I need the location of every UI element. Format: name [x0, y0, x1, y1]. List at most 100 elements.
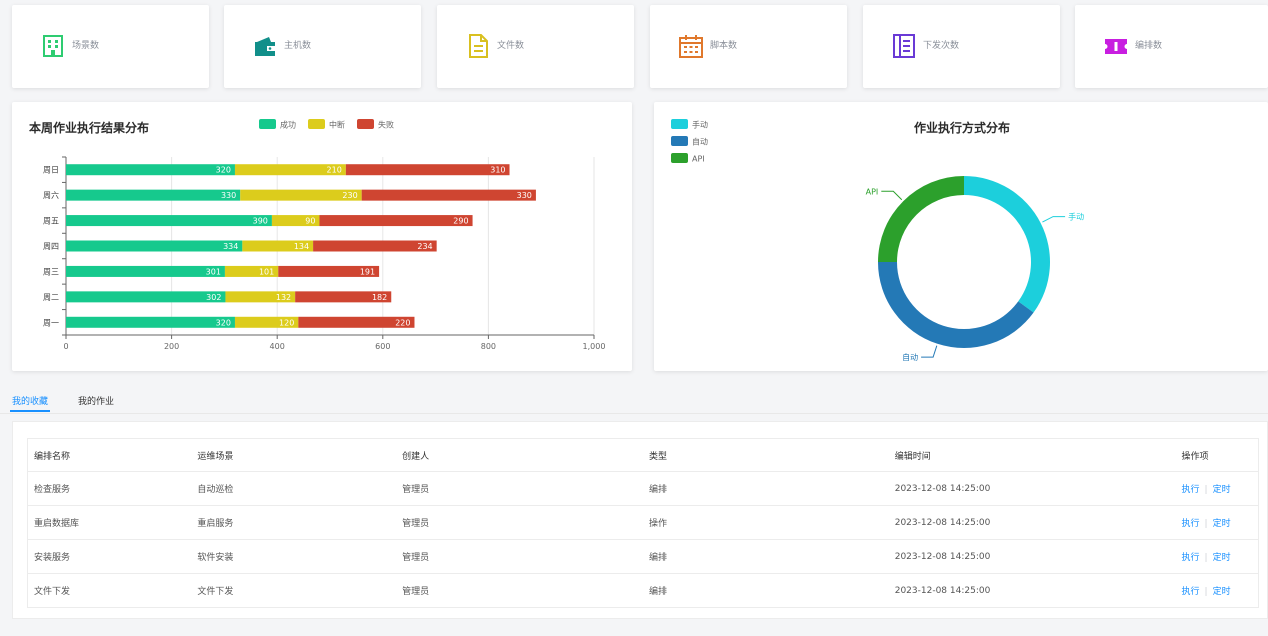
execute-link[interactable]: 执行 [1182, 587, 1200, 597]
table-row: 文件下发 文件下发 管理员 编排 2023-12-08 14:25:00 执行 |… [28, 574, 1259, 608]
bar-value-label: 234 [417, 242, 432, 251]
donut-slice[interactable] [878, 262, 1034, 348]
column-header-creator: 创建人 [396, 438, 643, 472]
donut-slice[interactable] [878, 176, 964, 262]
legend-label[interactable]: 失败 [378, 120, 394, 130]
bar-value-label: 320 [216, 166, 231, 175]
cell-name: 检查服务 [27, 471, 192, 506]
schedule-link[interactable]: 定时 [1213, 587, 1231, 597]
y-tick-label: 周二 [43, 293, 59, 302]
legend-swatch[interactable] [671, 119, 688, 129]
x-tick-label: 0 [63, 342, 68, 351]
slice-leader-line [921, 345, 938, 358]
cell-type: 编排 [642, 471, 889, 506]
execute-link[interactable]: 执行 [1182, 485, 1200, 495]
legend-label[interactable]: 自动 [692, 137, 708, 147]
legend-label[interactable]: API [692, 155, 705, 164]
schedule-link[interactable]: 定时 [1213, 485, 1231, 495]
table-row: 安装服务 软件安装 管理员 编排 2023-12-08 14:25:00 执行 |… [27, 539, 1259, 574]
tab-active-indicator [10, 410, 50, 412]
tab-favorites[interactable]: 我的收藏 [12, 394, 48, 407]
cell-scene: 文件下发 [197, 587, 234, 597]
calendar-icon [679, 35, 703, 58]
favorites-table: 编排名称 运维场景 创建人 类型 编辑时间 操作项 检查服务 自动巡检 管理员 … [27, 438, 1259, 608]
legend-swatch[interactable] [671, 136, 688, 146]
stat-label: 下发次数 [923, 41, 960, 51]
file-icon [469, 34, 488, 58]
bar-value-label: 390 [253, 217, 268, 226]
cell-actions: 执行 | 定时 [1175, 471, 1259, 506]
legend-swatch[interactable] [259, 119, 276, 129]
bar-value-label: 310 [490, 166, 505, 175]
legend-swatch[interactable] [308, 119, 325, 129]
stat-label: 文件数 [497, 41, 525, 51]
bar-value-label: 132 [276, 293, 291, 302]
bar-segment[interactable] [66, 316, 235, 328]
execute-link[interactable]: 执行 [1182, 553, 1200, 563]
cell-name: 安装服务 [27, 539, 192, 574]
donut-slice[interactable] [964, 176, 1050, 313]
bar-chart-panel: 本周作业执行结果分布 成功 中断 失败 0 200 400 600 800 1,000 周日 320… [12, 102, 632, 371]
slice-label: 手动 [1068, 212, 1084, 222]
stat-card-scripts[interactable]: 脚本数 [650, 5, 847, 88]
bar-value-label: 230 [342, 191, 357, 200]
tab-my-jobs[interactable]: 我的作业 [78, 394, 114, 407]
schedule-link[interactable]: 定时 [1213, 553, 1231, 563]
bar-value-label: 191 [360, 267, 375, 276]
stat-card-orchestrations[interactable]: 编排数 [1075, 5, 1268, 88]
cell-scene: 软件安装 [191, 539, 397, 574]
bar-segment[interactable] [66, 240, 243, 252]
cell-creator: 管理员 [396, 505, 643, 540]
tab-bar: 我的收藏 我的作业 [0, 383, 1268, 414]
wallet-icon [255, 37, 275, 56]
bar-segment[interactable] [361, 189, 536, 201]
bar-value-label: 334 [223, 242, 238, 251]
x-tick-label: 800 [481, 342, 496, 351]
table-row: 检查服务 自动巡检 管理员 编排 2023-12-08 14:25:00 执行 |… [27, 471, 1259, 506]
bar-segment[interactable] [66, 265, 225, 277]
stat-card-files[interactable]: 文件数 [437, 5, 634, 88]
bar-segment[interactable] [345, 164, 510, 176]
cell-creator: 管理员 [396, 539, 643, 574]
donut-chart: 手动自动API手动自动API [671, 119, 1084, 362]
bar-segment[interactable] [66, 291, 226, 303]
column-header-actions: 操作项 [1175, 438, 1259, 472]
y-tick-label: 周六 [43, 190, 59, 200]
legend-swatch[interactable] [671, 153, 688, 163]
legend-label[interactable]: 中断 [329, 120, 345, 130]
bar-value-label: 330 [517, 191, 532, 200]
bar-value-label: 101 [259, 267, 274, 276]
cell-name: 文件下发 [34, 587, 71, 597]
table-row: 重启数据库 重启服务 管理员 操作 2023-12-08 14:25:00 执行… [27, 505, 1259, 540]
table-panel: 编排名称 运维场景 创建人 类型 编辑时间 操作项 检查服务 自动巡检 管理员 … [12, 421, 1268, 619]
bar-value-label: 90 [305, 217, 315, 226]
bar-segment[interactable] [319, 215, 473, 227]
cell-type: 操作 [642, 505, 889, 540]
stat-label: 主机数 [284, 41, 312, 51]
bar-segment[interactable] [66, 215, 272, 227]
list-icon [893, 34, 915, 58]
bar-segment[interactable] [66, 164, 235, 176]
cell-type: 编排 [642, 539, 889, 574]
schedule-link[interactable]: 定时 [1213, 519, 1231, 529]
bar-value-label: 330 [221, 191, 236, 200]
stat-label: 场景数 [72, 41, 100, 51]
y-tick-label: 周四 [43, 242, 59, 251]
legend-label[interactable]: 手动 [692, 120, 708, 130]
slice-leader-line [881, 190, 903, 201]
stat-card-dispatches[interactable]: 下发次数 [863, 5, 1060, 88]
y-tick-label: 周日 [43, 166, 59, 175]
stat-label: 编排数 [1135, 41, 1163, 51]
cell-edit-time: 2023-12-08 14:25:00 [888, 505, 1176, 540]
execute-link[interactable]: 执行 [1182, 519, 1200, 529]
bar-value-label: 301 [206, 267, 221, 276]
bar-value-label: 120 [279, 318, 294, 327]
legend-label[interactable]: 成功 [280, 120, 296, 130]
cell-name: 重启数据库 [27, 505, 192, 540]
column-header-edit-time: 编辑时间 [888, 438, 1176, 472]
stat-card-scenes[interactable]: 场景数 [12, 5, 209, 88]
legend-swatch[interactable] [357, 119, 374, 129]
action-separator: | [1204, 519, 1208, 529]
bar-segment[interactable] [66, 189, 241, 201]
stat-card-hosts[interactable]: 主机数 [224, 5, 421, 88]
